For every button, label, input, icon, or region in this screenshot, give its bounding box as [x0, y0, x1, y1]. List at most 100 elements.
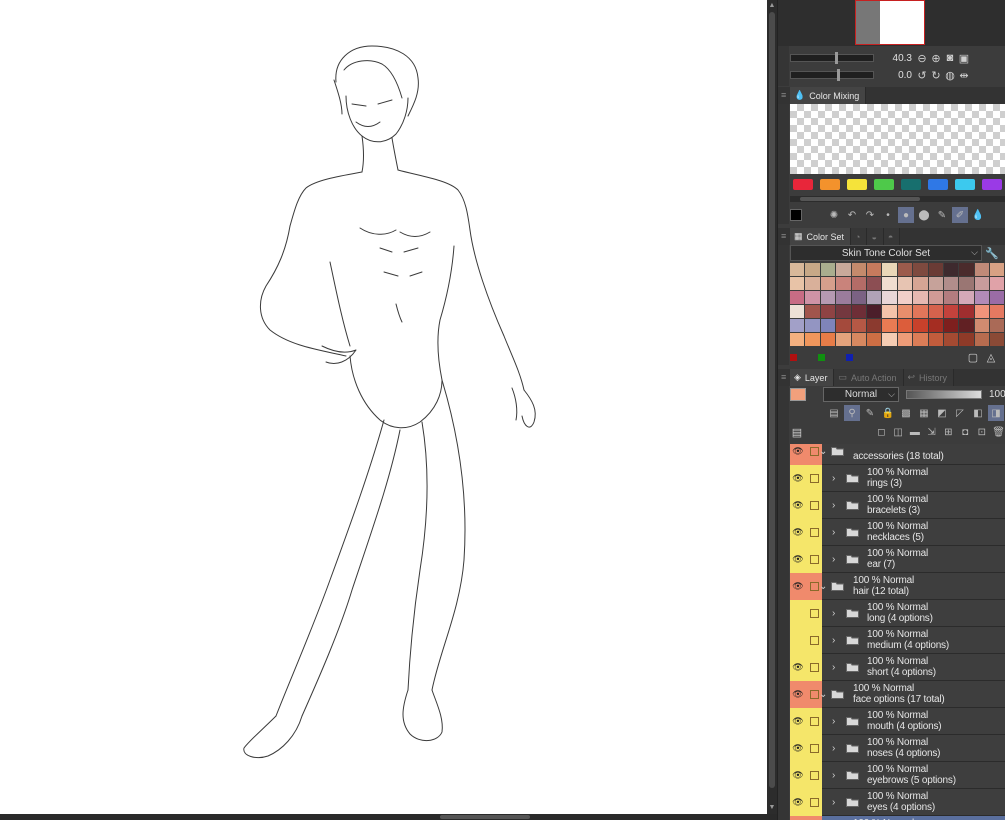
- color-set-swatch[interactable]: [851, 263, 866, 276]
- chevron-right-icon[interactable]: ›: [832, 608, 842, 619]
- color-set-swatch[interactable]: [959, 333, 974, 346]
- brush-size-icon[interactable]: ✺: [826, 207, 842, 223]
- chevron-right-icon[interactable]: ›: [832, 797, 842, 808]
- mask-icon[interactable]: ▦: [916, 405, 932, 421]
- mixing-swatch[interactable]: [820, 179, 840, 190]
- color-set-swatch[interactable]: [790, 263, 805, 276]
- eye-icon[interactable]: 👁: [790, 444, 806, 465]
- transfer-down-icon[interactable]: ⇲: [924, 424, 939, 440]
- color-set-swatch[interactable]: [882, 291, 897, 304]
- layer-row[interactable]: 👁 › 100 % Normal ear (7): [790, 546, 1005, 573]
- color-set-swatch[interactable]: [990, 277, 1005, 290]
- color-set-swatch[interactable]: [974, 277, 990, 290]
- clip-layer-icon[interactable]: ▤: [826, 405, 842, 421]
- mixing-swatch[interactable]: [955, 179, 975, 190]
- color-set-swatch[interactable]: [959, 319, 974, 332]
- new-vector-layer-icon[interactable]: ◫: [891, 424, 906, 440]
- drawing-canvas[interactable]: [0, 0, 767, 814]
- color-set-swatch[interactable]: [928, 333, 943, 346]
- mixing-swatch[interactable]: [793, 179, 813, 190]
- chevron-right-icon[interactable]: ›: [832, 554, 842, 565]
- color-set-swatch[interactable]: [990, 305, 1005, 318]
- eye-icon[interactable]: 👁: [790, 762, 806, 789]
- color-set-swatch[interactable]: [897, 305, 913, 318]
- color-set-swatch[interactable]: [820, 319, 836, 332]
- lock-toggle-icon[interactable]: [806, 600, 822, 627]
- color-set-swatch[interactable]: [913, 305, 928, 318]
- color-set-swatch[interactable]: [820, 333, 836, 346]
- layer-row[interactable]: 👁 › 100 % Normal eyes (4 options): [790, 789, 1005, 816]
- color-set-swatch[interactable]: [897, 333, 913, 346]
- layer-row[interactable]: › 100 % Normal long (4 options): [790, 600, 1005, 627]
- scroll-thumb[interactable]: [440, 815, 530, 819]
- color-set-swatch[interactable]: [882, 277, 897, 290]
- tab-layer[interactable]: ◈ Layer: [790, 369, 835, 386]
- mixing-swatch[interactable]: [874, 179, 894, 190]
- color-set-swatch[interactable]: [928, 319, 943, 332]
- color-set-swatch[interactable]: [943, 291, 959, 304]
- color-set-swatch[interactable]: [959, 305, 974, 318]
- layer-folder-row[interactable]: 👁 ⌄ 100 % Normal face options (17 total): [790, 681, 1005, 708]
- navigator-preview[interactable]: [855, 0, 925, 45]
- reference-layer-icon[interactable]: ⚲: [844, 405, 860, 421]
- color-set-swatch[interactable]: [974, 319, 990, 332]
- chevron-right-icon[interactable]: ›: [832, 743, 842, 754]
- color-set-swatch[interactable]: [820, 277, 836, 290]
- color-set-swatch[interactable]: [974, 263, 990, 276]
- hidden-eye-icon[interactable]: [790, 627, 806, 654]
- color-set-swatch[interactable]: [990, 291, 1005, 304]
- color-set-swatch[interactable]: [820, 263, 836, 276]
- canvas-vertical-scrollbar[interactable]: ▲ ▼: [767, 0, 777, 814]
- color-set-settings-icon[interactable]: 🔧: [985, 246, 999, 260]
- layer-row[interactable]: 👁 › 100 % Normal mouth (4 options): [790, 708, 1005, 735]
- color-set-swatch[interactable]: [866, 319, 882, 332]
- opacity-slider[interactable]: [906, 390, 982, 399]
- scroll-up-arrow[interactable]: ▲: [768, 1, 776, 11]
- eyedropper-icon[interactable]: ◬: [984, 350, 998, 364]
- zoom-out-icon[interactable]: ⊖: [915, 51, 929, 65]
- chevron-right-icon[interactable]: ›: [832, 662, 842, 673]
- lock-transparency-icon[interactable]: ▩: [898, 405, 914, 421]
- color-set-swatch[interactable]: [790, 333, 805, 346]
- layer-folder-row[interactable]: 👁 ⌄ accessories (18 total): [790, 444, 1005, 465]
- color-set-swatch[interactable]: [805, 263, 820, 276]
- scroll-thumb[interactable]: [769, 12, 775, 788]
- chevron-down-icon[interactable]: ⌄: [819, 581, 829, 592]
- chevron-right-icon[interactable]: ›: [832, 500, 842, 511]
- lock-toggle-icon[interactable]: [806, 735, 822, 762]
- color-set-swatch[interactable]: [990, 263, 1005, 276]
- layer-row[interactable]: › 100 % Normal medium (4 options): [790, 627, 1005, 654]
- color-set-swatch[interactable]: [897, 319, 913, 332]
- color-set-swatch[interactable]: [897, 291, 913, 304]
- color-set-swatch[interactable]: [836, 277, 851, 290]
- color-set-swatch[interactable]: [928, 277, 943, 290]
- color-set-swatch[interactable]: [959, 263, 974, 276]
- tab-intermediate-color[interactable]: ◓: [883, 228, 901, 245]
- panel-menu-icon[interactable]: ≡: [778, 91, 790, 100]
- fit-view-icon[interactable]: ◙: [943, 51, 957, 65]
- eye-icon[interactable]: 👁: [790, 546, 806, 573]
- eye-icon[interactable]: 👁: [790, 573, 806, 600]
- color-set-swatch[interactable]: [866, 333, 882, 346]
- zoom-in-icon[interactable]: ⊕: [929, 51, 943, 65]
- mixing-swatch[interactable]: [847, 179, 867, 190]
- ruler-icon[interactable]: ◸: [952, 405, 968, 421]
- lock-toggle-icon[interactable]: [806, 654, 822, 681]
- tab-color-slider[interactable]: ◒: [867, 228, 884, 245]
- color-set-swatch[interactable]: [836, 305, 851, 318]
- color-set-swatch[interactable]: [913, 319, 928, 332]
- color-set-swatch[interactable]: [897, 277, 913, 290]
- eye-icon[interactable]: 👁: [790, 735, 806, 762]
- color-set-swatch[interactable]: [805, 333, 820, 346]
- eye-icon[interactable]: 👁: [790, 789, 806, 816]
- pen-icon[interactable]: ✎: [934, 207, 950, 223]
- layer-row[interactable]: 👁 › 100 % Normal necklaces (5): [790, 519, 1005, 546]
- tab-color-set[interactable]: ▦ Color Set: [790, 228, 852, 245]
- layer-list-scrollbar[interactable]: [778, 444, 789, 820]
- color-set-swatch[interactable]: [913, 291, 928, 304]
- chevron-right-icon[interactable]: ›: [832, 770, 842, 781]
- droplets-icon[interactable]: 💧: [970, 207, 986, 223]
- color-set-swatch[interactable]: [851, 319, 866, 332]
- rotate-left-icon[interactable]: ↺: [915, 68, 929, 82]
- color-set-swatch[interactable]: [851, 333, 866, 346]
